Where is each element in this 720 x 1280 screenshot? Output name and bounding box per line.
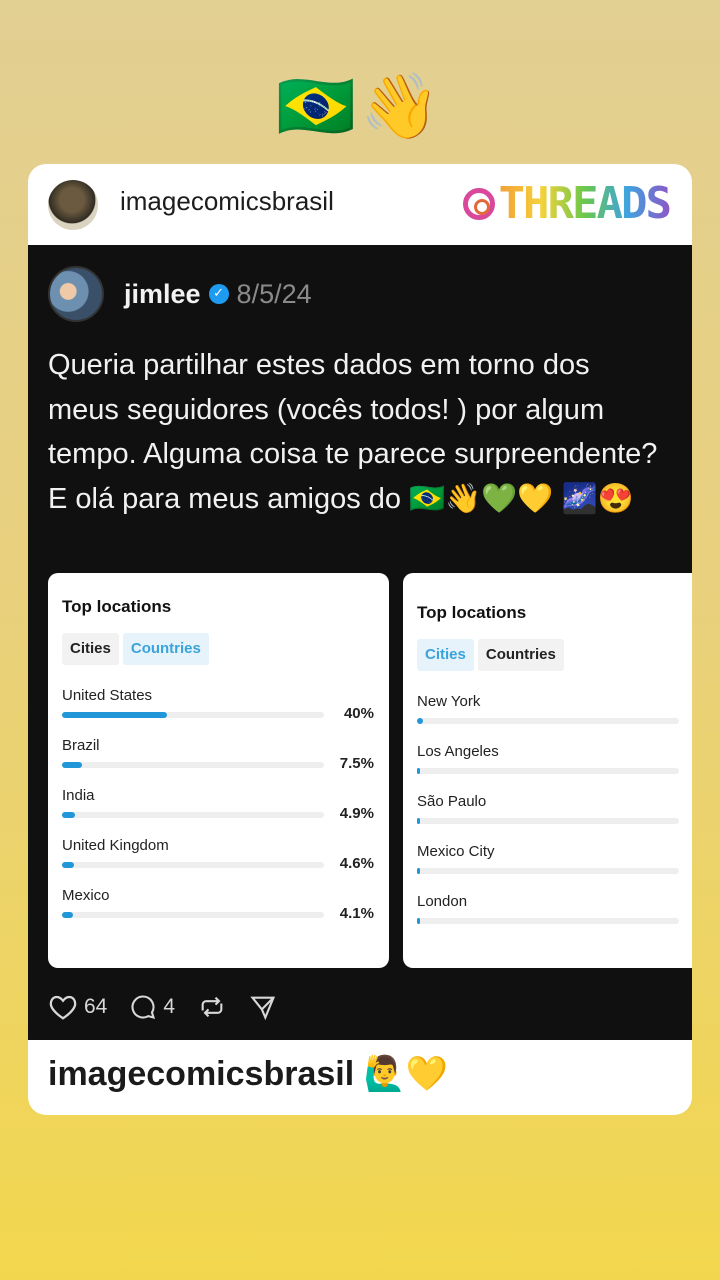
location-row: London <box>417 893 692 924</box>
author-name[interactable]: jimlee <box>124 279 201 310</box>
location-row: Mexico City <box>417 843 692 874</box>
threads-badge-label: THREADS <box>498 178 672 229</box>
author-avatar[interactable] <box>48 266 104 322</box>
location-row: United States 40% <box>62 687 374 722</box>
send-icon <box>250 996 276 1021</box>
post-actions: 64 4 <box>48 993 299 1021</box>
tab-cities[interactable]: Cities <box>417 639 474 671</box>
comment-button[interactable]: 4 <box>129 993 175 1021</box>
location-bar-fill <box>62 762 82 768</box>
location-name: Mexico City <box>417 843 495 860</box>
location-bar-fill <box>417 768 420 774</box>
location-name: São Paulo <box>417 793 487 810</box>
location-bar-track <box>417 818 679 824</box>
shared-post-card[interactable]: imagecomicsbrasil THREADS jimlee ✓ 8/5/2… <box>28 164 692 1115</box>
tab-countries[interactable]: Countries <box>122 633 209 665</box>
location-bar-track <box>417 868 679 874</box>
location-name: London <box>417 893 468 910</box>
card-header: imagecomicsbrasil THREADS <box>28 164 692 245</box>
location-name: New York <box>417 693 481 710</box>
avatar[interactable] <box>48 180 98 230</box>
location-bar-track <box>62 912 324 918</box>
location-bar-fill <box>62 862 75 868</box>
post-text: Queria partilhar estes dados em torno do… <box>48 349 658 515</box>
location-percentage: 7.5% <box>339 755 374 772</box>
threads-post: jimlee ✓ 8/5/24 Queria partilhar estes d… <box>28 245 692 1040</box>
post-header: jimlee ✓ 8/5/24 <box>48 265 312 323</box>
location-bar-track <box>417 718 679 724</box>
location-bar-track <box>62 812 324 818</box>
location-percentage: 4.9% <box>339 805 374 822</box>
location-row: India 4.9% <box>62 787 374 822</box>
location-bar-fill <box>417 868 420 874</box>
location-name: Mexico <box>62 887 110 904</box>
location-bar-fill <box>417 818 420 824</box>
repost-button[interactable] <box>197 993 227 1021</box>
top-emojis: 🇧🇷👋 <box>276 70 444 144</box>
location-row: Los Angeles <box>417 743 692 774</box>
top-locations-countries-panel[interactable]: Top locations Cities Countries United St… <box>48 573 389 968</box>
location-percentage: 4.1% <box>339 905 374 922</box>
like-button[interactable]: 64 <box>48 993 107 1021</box>
story-caption: imagecomicsbrasil 🙋‍♂️💛 <box>48 1055 449 1093</box>
location-row: New York <box>417 693 692 724</box>
location-name: Brazil <box>62 737 100 754</box>
comment-count: 4 <box>163 995 176 1018</box>
location-name: United Kingdom <box>62 837 169 854</box>
like-count: 64 <box>84 995 108 1018</box>
location-bar-fill <box>417 918 420 924</box>
location-name: India <box>62 787 95 804</box>
username[interactable]: imagecomicsbrasil <box>120 186 334 217</box>
location-bar-fill <box>62 912 73 918</box>
panel-title: Top locations <box>62 597 172 616</box>
location-row: United Kingdom 4.6% <box>62 837 374 872</box>
location-bar-fill <box>417 718 423 724</box>
threads-logo-icon <box>462 188 495 220</box>
location-row: Brazil 7.5% <box>62 737 374 772</box>
threads-badge[interactable]: THREADS <box>462 178 672 229</box>
verified-badge-icon: ✓ <box>208 284 229 304</box>
location-bar-track <box>417 918 679 924</box>
location-bar-fill <box>62 712 167 718</box>
tab-countries[interactable]: Countries <box>477 639 564 671</box>
heart-icon <box>49 995 77 1020</box>
location-bar-track <box>62 712 324 718</box>
location-bar-track <box>62 762 324 768</box>
location-name: United States <box>62 687 153 704</box>
location-bar-track <box>417 768 679 774</box>
location-percentage: 4.6% <box>339 855 374 872</box>
comment-icon <box>131 995 156 1020</box>
top-locations-cities-panel[interactable]: Top locations Cities Countries New York L… <box>403 573 692 968</box>
location-bar-fill <box>62 812 75 818</box>
post-date: 8/5/24 <box>236 278 312 309</box>
location-row: São Paulo <box>417 793 692 824</box>
location-percentage: 40% <box>343 705 374 722</box>
location-bar-track <box>62 862 324 868</box>
location-name: Los Angeles <box>417 743 499 760</box>
tab-cities[interactable]: Cities <box>62 633 119 665</box>
location-row: Mexico 4.1% <box>62 887 374 922</box>
share-button[interactable] <box>249 993 277 1021</box>
repost-icon <box>201 996 223 1018</box>
panel-title: Top locations <box>417 603 527 622</box>
